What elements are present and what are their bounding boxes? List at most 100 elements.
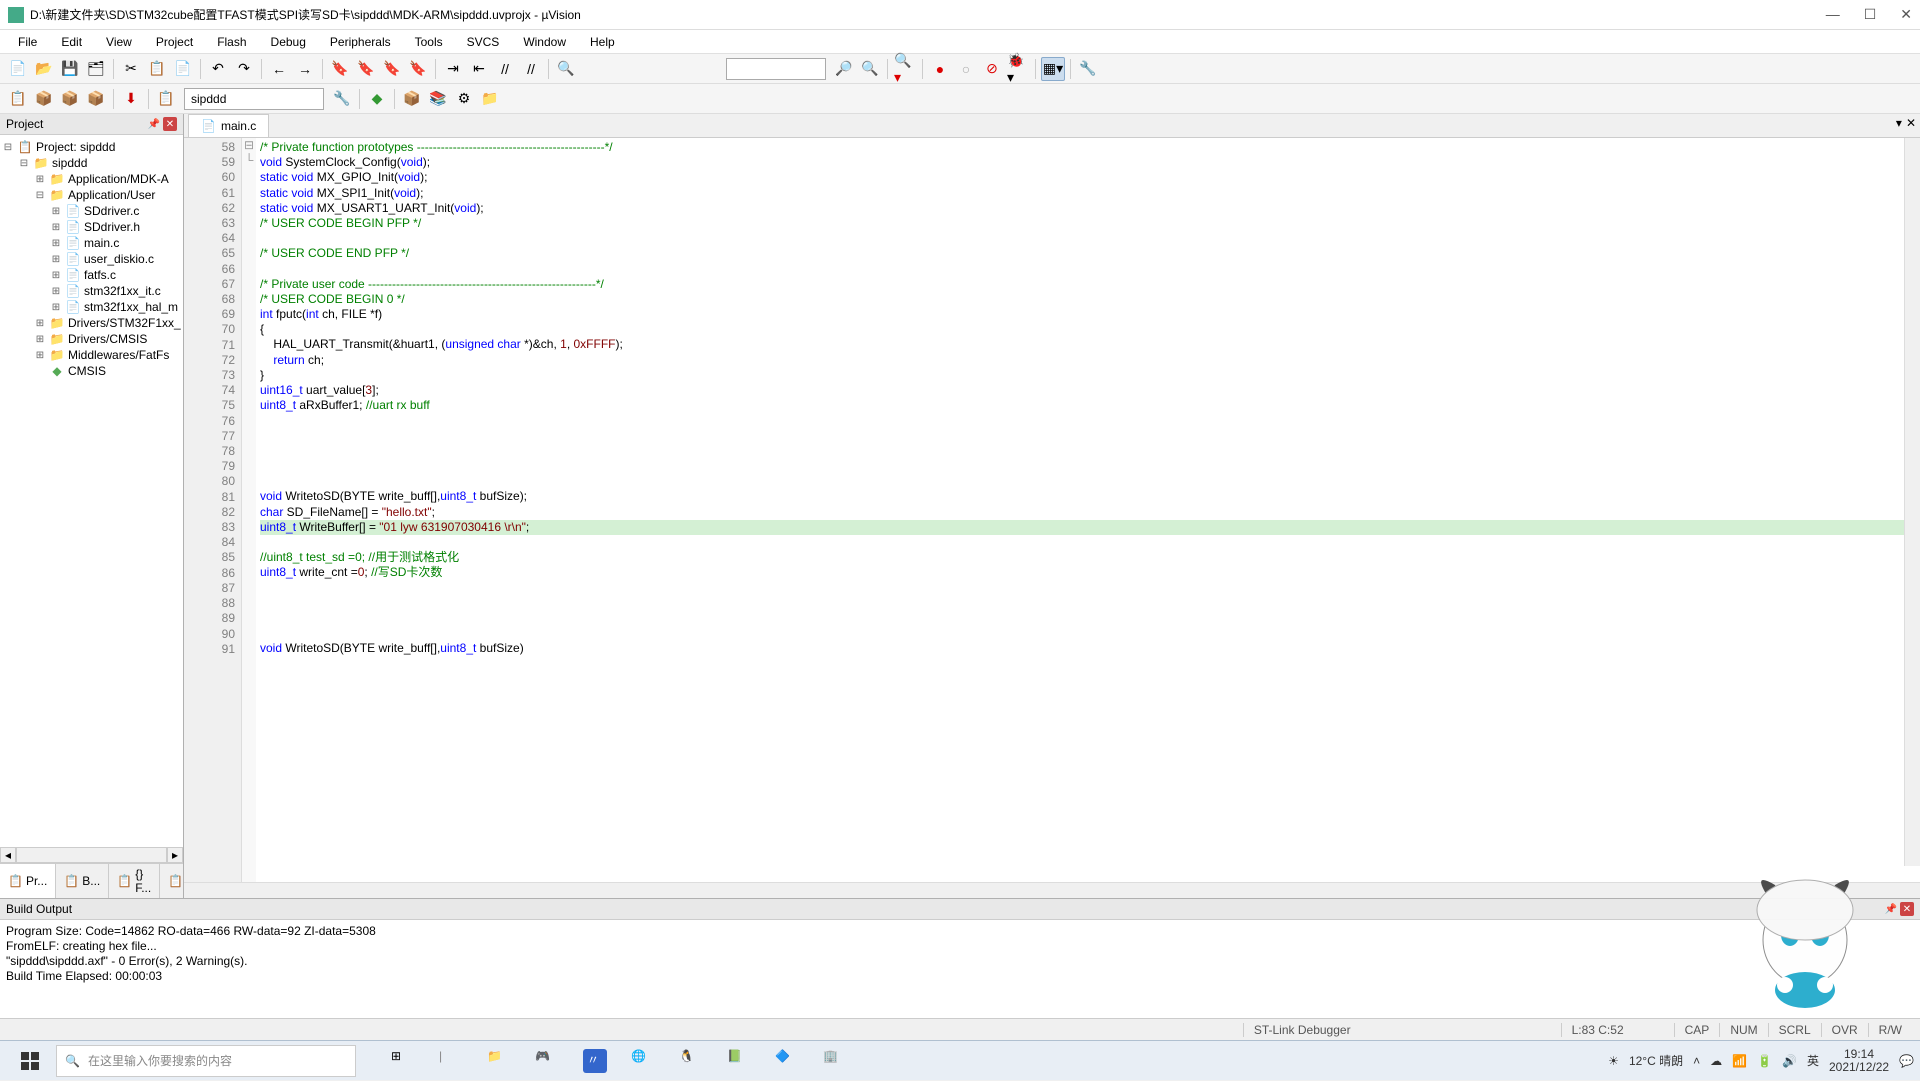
menu-project[interactable]: Project xyxy=(146,32,203,52)
menu-file[interactable]: File xyxy=(8,32,47,52)
tree-group-4[interactable]: ⊞📁Middlewares/FatFs xyxy=(2,347,181,363)
nav-forward-button[interactable]: → xyxy=(293,57,317,81)
target-options-button[interactable]: 📋 xyxy=(154,87,178,111)
undo-button[interactable]: ↶ xyxy=(206,57,230,81)
project-tab-0[interactable]: 📋Pr... xyxy=(0,864,56,898)
new-file-button[interactable]: 📄 xyxy=(6,57,30,81)
taskbar-qq[interactable]: 🐧 xyxy=(668,1041,714,1081)
bookmark-prev-button[interactable]: 🔖 xyxy=(354,57,378,81)
tree-file-1-5[interactable]: ⊞📄stm32f1xx_it.c xyxy=(2,283,181,299)
build-panel-close-button[interactable]: ✕ xyxy=(1900,902,1914,916)
menu-peripherals[interactable]: Peripherals xyxy=(320,32,401,52)
download-button[interactable]: ⬇ xyxy=(119,87,143,111)
translate-button[interactable]: 📋 xyxy=(6,87,30,111)
maximize-button[interactable]: ☐ xyxy=(1864,6,1877,23)
copy-button[interactable]: 📋 xyxy=(145,57,169,81)
tray-volume-icon[interactable]: 🔊 xyxy=(1782,1054,1797,1068)
save-button[interactable]: 💾 xyxy=(58,57,82,81)
tab-close-button[interactable]: ✕ xyxy=(1906,116,1916,130)
tray-battery-icon[interactable]: 🔋 xyxy=(1757,1054,1772,1068)
tray-weather[interactable]: 12°C 晴朗 xyxy=(1629,1052,1683,1069)
tray-ime[interactable]: 英 xyxy=(1807,1052,1819,1069)
tree-hscroll-left[interactable]: ◂ xyxy=(0,847,16,863)
editor-tab-main-c[interactable]: 📄 main.c xyxy=(188,114,269,137)
tree-file-1-6[interactable]: ⊞📄stm32f1xx_hal_m xyxy=(2,299,181,315)
rebuild-button[interactable]: 📦 xyxy=(58,87,82,111)
tab-dropdown-button[interactable]: ▾ xyxy=(1896,116,1902,130)
tray-cloud-icon[interactable]: ☁ xyxy=(1710,1054,1722,1068)
menu-debug[interactable]: Debug xyxy=(261,32,316,52)
taskbar-app-building[interactable]: 🏢 xyxy=(812,1041,858,1081)
tree-file-1-0[interactable]: ⊞📄SDdriver.c xyxy=(2,203,181,219)
incremental-find-button[interactable]: 🔍 xyxy=(858,57,882,81)
nav-back-button[interactable]: ← xyxy=(267,57,291,81)
paste-button[interactable]: 📄 xyxy=(171,57,195,81)
tree-file-1-3[interactable]: ⊞📄user_diskio.c xyxy=(2,251,181,267)
batch-build-button[interactable]: 📦 xyxy=(84,87,108,111)
tree-group-1[interactable]: ⊟📁Application/User xyxy=(2,187,181,203)
tray-notifications-icon[interactable]: 💬 xyxy=(1899,1054,1914,1068)
tree-group-3[interactable]: ⊞📁Drivers/CMSIS xyxy=(2,331,181,347)
start-button[interactable] xyxy=(6,1041,54,1081)
menu-flash[interactable]: Flash xyxy=(207,32,256,52)
menu-help[interactable]: Help xyxy=(580,32,625,52)
project-tree[interactable]: ⊟📋Project: sipddd⊟📁sipddd⊞📁Application/M… xyxy=(0,135,183,847)
find-in-files-button[interactable]: 🔎 xyxy=(832,57,856,81)
taskbar-app-blue[interactable]: 〃 xyxy=(572,1041,618,1081)
task-view-button[interactable]: ⊞ xyxy=(380,1041,426,1081)
menu-view[interactable]: View xyxy=(96,32,142,52)
minimize-button[interactable]: — xyxy=(1826,6,1840,23)
menu-svcs[interactable]: SVCS xyxy=(457,32,510,52)
indent-button[interactable]: ⇥ xyxy=(441,57,465,81)
breakpoint-disable-button[interactable]: ○ xyxy=(954,57,978,81)
editor-vscrollbar[interactable] xyxy=(1904,138,1920,866)
tree-file-1-1[interactable]: ⊞📄SDdriver.h xyxy=(2,219,181,235)
taskbar-edge[interactable]: 🌐 xyxy=(620,1041,666,1081)
tree-hscroll-right[interactable]: ▸ xyxy=(167,847,183,863)
tray-chevron-icon[interactable]: ˄ xyxy=(1693,1054,1700,1068)
debug-button[interactable]: 🔍▾ xyxy=(893,57,917,81)
find-button[interactable]: 🔍 xyxy=(554,57,578,81)
panel-pin-button[interactable]: 📌 xyxy=(147,117,161,131)
find-combo[interactable] xyxy=(726,58,826,80)
panel-close-button[interactable]: ✕ xyxy=(163,117,177,131)
taskbar-xbox[interactable]: 🎮 xyxy=(524,1041,570,1081)
build-panel-pin-button[interactable]: 📌 xyxy=(1884,902,1898,916)
breakpoint-insert-button[interactable]: ● xyxy=(928,57,952,81)
target-select[interactable]: sipddd xyxy=(184,88,324,110)
tree-group-2[interactable]: ⊞📁Drivers/STM32F1xx_ xyxy=(2,315,181,331)
code-editor[interactable]: 5859606162636465666768697071727374757677… xyxy=(184,138,1920,882)
menu-tools[interactable]: Tools xyxy=(405,32,453,52)
close-button[interactable]: ✕ xyxy=(1900,6,1912,23)
tree-target[interactable]: ⊟📁sipddd xyxy=(2,155,181,171)
build-output-text[interactable]: Program Size: Code=14862 RO-data=466 RW-… xyxy=(0,920,1920,1018)
project-tab-1[interactable]: 📋B... xyxy=(56,864,109,898)
editor-hscrollbar[interactable] xyxy=(184,882,1920,898)
redo-button[interactable]: ↷ xyxy=(232,57,256,81)
taskbar-search[interactable]: 🔍 在这里输入你要搜索的内容 xyxy=(56,1045,356,1077)
breakpoint-window-button[interactable]: 🐞▾ xyxy=(1006,57,1030,81)
tree-file-1-2[interactable]: ⊞📄main.c xyxy=(2,235,181,251)
fold-column[interactable]: ⊟└ xyxy=(242,138,256,882)
manage-rte-button[interactable]: ◆ xyxy=(365,87,389,111)
target-manage-button[interactable]: 🔧 xyxy=(330,87,354,111)
bookmark-clear-button[interactable]: 🔖 xyxy=(406,57,430,81)
menu-edit[interactable]: Edit xyxy=(51,32,92,52)
books-button[interactable]: 📚 xyxy=(426,87,450,111)
project-tab-2[interactable]: 📋{} F... xyxy=(109,864,160,898)
pack-installer-button[interactable]: 📦 xyxy=(400,87,424,111)
open-file-button[interactable]: 📂 xyxy=(32,57,56,81)
uncomment-button[interactable]: // xyxy=(519,57,543,81)
code-content[interactable]: /* Private function prototypes ---------… xyxy=(256,138,1920,882)
window-layout-button[interactable]: ▦▾ xyxy=(1041,57,1065,81)
build-button[interactable]: 📦 xyxy=(32,87,56,111)
weather-icon[interactable]: ☀ xyxy=(1608,1054,1619,1068)
cut-button[interactable]: ✂ xyxy=(119,57,143,81)
tree-file-1-4[interactable]: ⊞📄fatfs.c xyxy=(2,267,181,283)
menu-window[interactable]: Window xyxy=(513,32,576,52)
breakpoint-kill-button[interactable]: ⊘ xyxy=(980,57,1004,81)
tree-cmsis[interactable]: ◆CMSIS xyxy=(2,363,181,379)
taskbar-explorer[interactable]: 📁 xyxy=(476,1041,522,1081)
outdent-button[interactable]: ⇤ xyxy=(467,57,491,81)
bookmark-button[interactable]: 🔖 xyxy=(328,57,352,81)
